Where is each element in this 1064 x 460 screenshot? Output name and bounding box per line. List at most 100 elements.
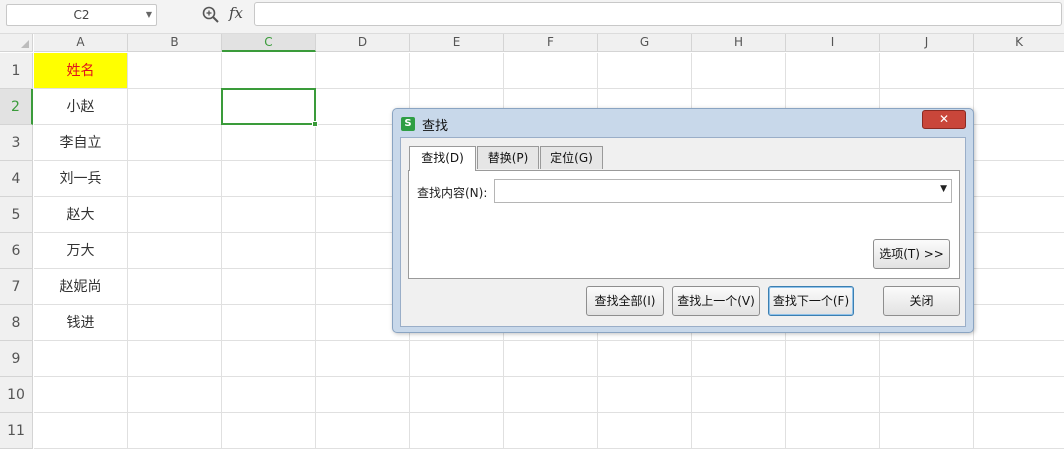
zoom-icon[interactable] — [201, 5, 221, 25]
close-button[interactable]: 关闭 — [883, 286, 960, 316]
cell-j9[interactable] — [880, 341, 974, 377]
row-header-7[interactable]: 7 — [0, 269, 33, 305]
column-header-c[interactable]: C — [222, 34, 316, 52]
column-header-g[interactable]: G — [598, 34, 692, 52]
cell-a11[interactable] — [34, 413, 128, 449]
cell-c9[interactable] — [222, 341, 316, 377]
cell-a9[interactable] — [34, 341, 128, 377]
cell-g11[interactable] — [598, 413, 692, 449]
column-header-b[interactable]: B — [128, 34, 222, 52]
cell-a5[interactable]: 赵大 — [34, 197, 128, 233]
cell-b9[interactable] — [128, 341, 222, 377]
column-header-a[interactable]: A — [34, 34, 128, 52]
cell-k1[interactable] — [974, 53, 1064, 89]
column-header-d[interactable]: D — [316, 34, 410, 52]
cell-k9[interactable] — [974, 341, 1064, 377]
cell-k3[interactable] — [974, 125, 1064, 161]
row-header-6[interactable]: 6 — [0, 233, 33, 269]
cell-f9[interactable] — [504, 341, 598, 377]
row-header-5[interactable]: 5 — [0, 197, 33, 233]
cell-b4[interactable] — [128, 161, 222, 197]
cell-i1[interactable] — [786, 53, 880, 89]
cell-k4[interactable] — [974, 161, 1064, 197]
cell-k2[interactable] — [974, 89, 1064, 125]
row-header-4[interactable]: 4 — [0, 161, 33, 197]
cell-c8[interactable] — [222, 305, 316, 341]
cell-g9[interactable] — [598, 341, 692, 377]
cell-a3[interactable]: 李自立 — [34, 125, 128, 161]
cell-a6[interactable]: 万大 — [34, 233, 128, 269]
cell-j1[interactable] — [880, 53, 974, 89]
fill-handle[interactable] — [312, 121, 318, 127]
cell-a10[interactable] — [34, 377, 128, 413]
tab-find[interactable]: 查找(D) — [409, 146, 476, 171]
cell-g10[interactable] — [598, 377, 692, 413]
row-header-3[interactable]: 3 — [0, 125, 33, 161]
cell-j10[interactable] — [880, 377, 974, 413]
cell-b5[interactable] — [128, 197, 222, 233]
cell-b11[interactable] — [128, 413, 222, 449]
cell-g1[interactable] — [598, 53, 692, 89]
cell-e1[interactable] — [410, 53, 504, 89]
column-header-f[interactable]: F — [504, 34, 598, 52]
options-button[interactable]: 选项(T) >> — [873, 239, 950, 269]
cell-h1[interactable] — [692, 53, 786, 89]
cell-b2[interactable] — [128, 89, 222, 125]
cell-c5[interactable] — [222, 197, 316, 233]
cell-c7[interactable] — [222, 269, 316, 305]
cell-f1[interactable] — [504, 53, 598, 89]
cell-b3[interactable] — [128, 125, 222, 161]
chevron-down-icon[interactable]: ▼ — [146, 5, 152, 25]
row-header-10[interactable]: 10 — [0, 377, 33, 413]
cell-c3[interactable] — [222, 125, 316, 161]
cell-d9[interactable] — [316, 341, 410, 377]
cell-e11[interactable] — [410, 413, 504, 449]
cell-c6[interactable] — [222, 233, 316, 269]
close-icon[interactable]: ✕ — [922, 110, 966, 129]
cell-f11[interactable] — [504, 413, 598, 449]
name-box[interactable]: C2 ▼ — [6, 4, 157, 26]
column-header-j[interactable]: J — [880, 34, 974, 52]
cell-e9[interactable] — [410, 341, 504, 377]
cell-i10[interactable] — [786, 377, 880, 413]
cell-k6[interactable] — [974, 233, 1064, 269]
cell-k10[interactable] — [974, 377, 1064, 413]
tab-goto[interactable]: 定位(G) — [540, 146, 603, 169]
cell-a7[interactable]: 赵妮尚 — [34, 269, 128, 305]
formula-input[interactable] — [254, 2, 1062, 26]
chevron-down-icon[interactable]: ▼ — [940, 184, 947, 194]
column-header-h[interactable]: H — [692, 34, 786, 52]
dialog-titlebar[interactable]: S 查找 ✕ — [393, 109, 973, 137]
tab-replace[interactable]: 替换(P) — [477, 146, 539, 169]
row-header-9[interactable]: 9 — [0, 341, 33, 377]
select-all-corner[interactable] — [0, 34, 33, 52]
cell-h9[interactable] — [692, 341, 786, 377]
cell-i9[interactable] — [786, 341, 880, 377]
column-header-k[interactable]: K — [974, 34, 1064, 52]
cell-a8[interactable]: 钱进 — [34, 305, 128, 341]
cell-c1[interactable] — [222, 53, 316, 89]
cell-c4[interactable] — [222, 161, 316, 197]
cell-i11[interactable] — [786, 413, 880, 449]
cell-d10[interactable] — [316, 377, 410, 413]
column-header-i[interactable]: I — [786, 34, 880, 52]
cell-j11[interactable] — [880, 413, 974, 449]
find-previous-button[interactable]: 查找上一个(V) — [672, 286, 760, 316]
column-header-e[interactable]: E — [410, 34, 504, 52]
cell-k7[interactable] — [974, 269, 1064, 305]
cell-f10[interactable] — [504, 377, 598, 413]
cell-k5[interactable] — [974, 197, 1064, 233]
row-header-1[interactable]: 1 — [0, 53, 33, 89]
cell-b6[interactable] — [128, 233, 222, 269]
fx-icon[interactable]: fx — [229, 4, 243, 22]
cell-d11[interactable] — [316, 413, 410, 449]
cell-h10[interactable] — [692, 377, 786, 413]
cell-d1[interactable] — [316, 53, 410, 89]
cell-e10[interactable] — [410, 377, 504, 413]
cell-a1[interactable]: 姓名 — [34, 53, 128, 89]
find-all-button[interactable]: 查找全部(I) — [586, 286, 664, 316]
cell-b1[interactable] — [128, 53, 222, 89]
cell-k11[interactable] — [974, 413, 1064, 449]
find-content-input[interactable]: ▼ — [494, 179, 952, 203]
row-header-11[interactable]: 11 — [0, 413, 33, 449]
